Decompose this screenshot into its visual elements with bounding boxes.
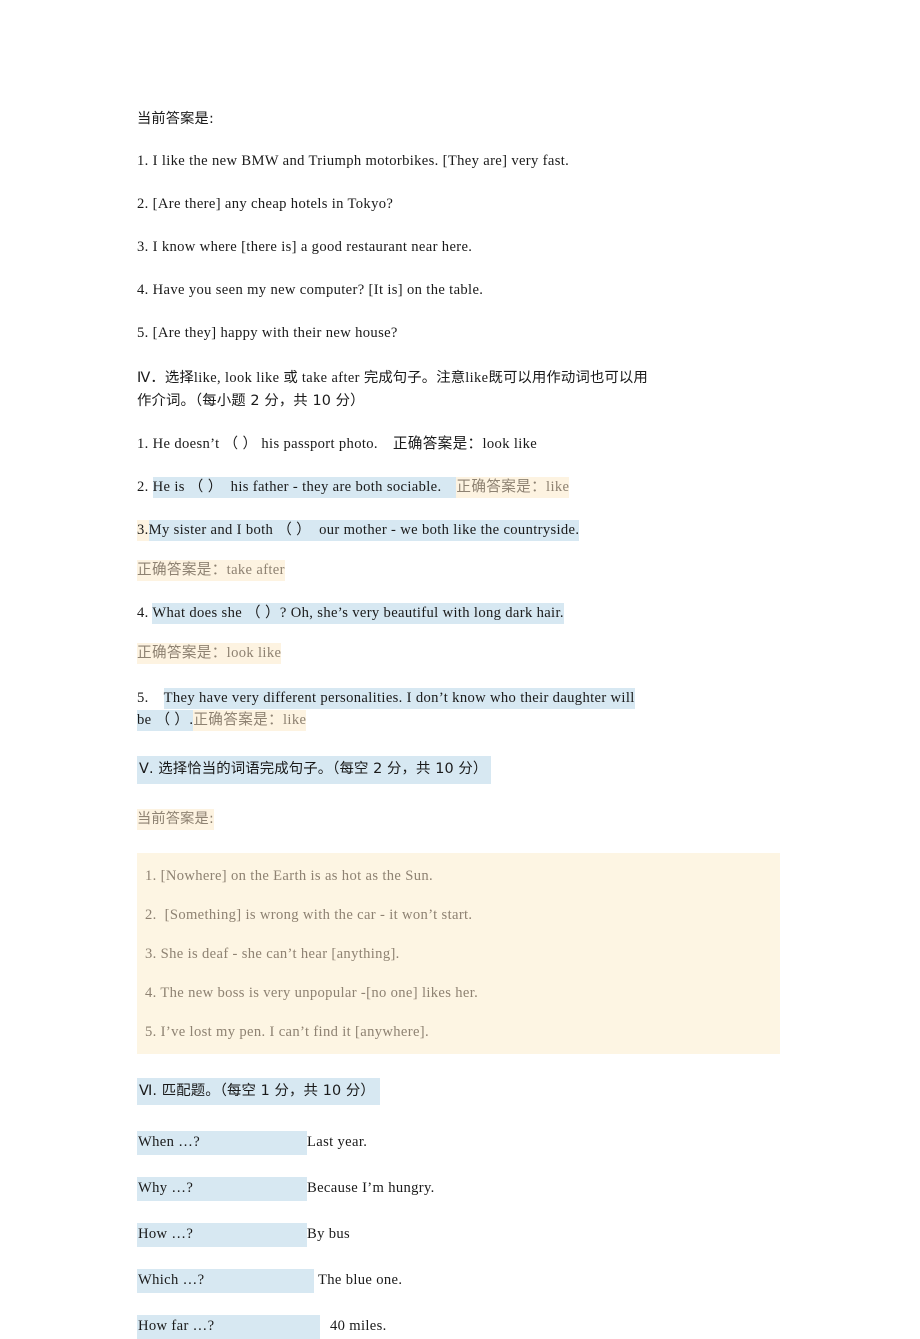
section-v-answer-4: 4. The new boss is very unpopular -[no o… (145, 984, 479, 1001)
section-iv-heading-part-g: 既可以用作动词也可以用 (488, 370, 648, 387)
q3-answer: 正确答案是：take after (137, 559, 285, 581)
q2-sentence: He is （ ） his father - they are both soc… (152, 476, 457, 498)
q3-number: 3. (137, 519, 149, 541)
matching-row: How …? By bus (137, 1223, 783, 1248)
section-v-answer-1: 1. [Nowhere] on the Earth is as hot as t… (145, 867, 433, 884)
section-iv-heading-part-a: Ⅳ．选择 (137, 370, 194, 387)
q5-answer: 正确答案是：like (193, 710, 307, 732)
section-iv-heading: Ⅳ．选择like, look like 或 take after 完成句子。注意… (137, 367, 799, 413)
section-iii-answer-1: 1. I like the new BMW and Triumph motorb… (137, 153, 570, 170)
section-iii-intro: 当前答案是: (137, 111, 214, 127)
section-iv-answer-4: 正确答案是：look like (137, 642, 783, 664)
section-iv-heading-part-c: 或 (283, 370, 298, 387)
document-body: 当前答案是: 1. I like the new BMW and Triumph… (137, 110, 783, 1339)
section-v-answer-block: 1. [Nowhere] on the Earth is as hot as t… (137, 852, 780, 1054)
matching-row: Why …? Because I’m hungry. (137, 1177, 783, 1202)
q5-number: 5. (137, 689, 164, 706)
matching-question[interactable]: Why …? (137, 1177, 307, 1202)
section-v-heading: Ⅴ. 选择恰当的词语完成句子。（每空 2 分，共 10 分） (137, 755, 492, 784)
section-vi-heading-wrap: Ⅵ. 匹配题。（每空 1 分，共 10 分） (137, 1077, 783, 1106)
matching-answer[interactable]: 40 miles. (320, 1318, 387, 1335)
section-iv-heading-part-f: like (465, 370, 489, 387)
matching-row: How far …? 40 miles. (137, 1315, 783, 1339)
section-v-intro: 当前答案是: (137, 808, 214, 830)
section-iii-answer-2: 2. [Are there] any cheap hotels in Tokyo… (137, 196, 394, 213)
matching-question[interactable]: When …? (137, 1131, 307, 1156)
section-iii-answer-4: 4. Have you seen my new computer? [It is… (137, 282, 484, 299)
matching-answer[interactable]: The blue one. (314, 1272, 402, 1289)
document-page: 当前答案是: 1. I like the new BMW and Triumph… (0, 0, 920, 1339)
section-iv-heading-part-d: take after (297, 370, 364, 387)
section-iv-answer-3: 正确答案是：take after (137, 559, 783, 581)
section-iv-heading-part-e: 完成句子。注意 (363, 370, 466, 387)
section-iv-question-2: 2. He is （ ） his father - they are both … (137, 476, 783, 498)
section-iv-heading-part-b: like, look like (193, 370, 284, 387)
section-iv-heading-line-2: 作介词。（每小题 2 分，共 10 分） (137, 393, 365, 410)
section-iii-answer-5: 5. [Are they] happy with their new house… (137, 325, 398, 342)
section-v-intro-wrap: 当前答案是: (137, 808, 783, 830)
q2-answer: 正确答案是：like (456, 476, 570, 498)
section-vi-heading: Ⅵ. 匹配题。（每空 1 分，共 10 分） (137, 1077, 380, 1106)
q4-number: 4. (137, 604, 153, 621)
section-iv-question-4: 4. What does she （ ）? Oh, she’s very bea… (137, 602, 783, 624)
section-v-answer-3: 3. She is deaf - she can’t hear [anythin… (145, 945, 400, 962)
q2-number: 2. (137, 478, 153, 495)
section-v-answer-5: 5. I’ve lost my pen. I can’t find it [an… (145, 1023, 429, 1040)
section-iv-question-1: 1. He doesn’t （ ） his passport photo. 正确… (137, 435, 538, 452)
matching-question[interactable]: How …? (137, 1223, 307, 1248)
q4-answer: 正确答案是：look like (137, 642, 282, 664)
matching-answer[interactable]: By bus (307, 1226, 350, 1243)
q3-sentence: My sister and I both （ ） our mother - we… (148, 519, 580, 541)
q5-sentence-line-1: They have very different personalities. … (163, 687, 635, 709)
section-v-answer-2: 2. [Something] is wrong with the car - i… (145, 906, 473, 923)
matching-question[interactable]: How far …? (137, 1315, 320, 1339)
section-v-heading-wrap: Ⅴ. 选择恰当的词语完成句子。（每空 2 分，共 10 分） (137, 755, 783, 784)
matching-row: When …? Last year. (137, 1131, 783, 1156)
q4-sentence: What does she （ ）? Oh, she’s very beauti… (152, 602, 564, 624)
matching-question[interactable]: Which …? (137, 1269, 314, 1294)
section-iv-question-5: 5. They have very different personalitie… (137, 687, 783, 732)
q5-sentence-line-2: be （ ）. (137, 710, 194, 732)
matching-answer[interactable]: Last year. (307, 1134, 367, 1151)
matching-answer[interactable]: Because I’m hungry. (307, 1180, 435, 1197)
section-iv-question-3: 3.My sister and I both （ ） our mother - … (137, 519, 783, 541)
matching-row: Which …? The blue one. (137, 1269, 783, 1294)
section-iii-answer-3: 3. I know where [there is] a good restau… (137, 239, 473, 256)
